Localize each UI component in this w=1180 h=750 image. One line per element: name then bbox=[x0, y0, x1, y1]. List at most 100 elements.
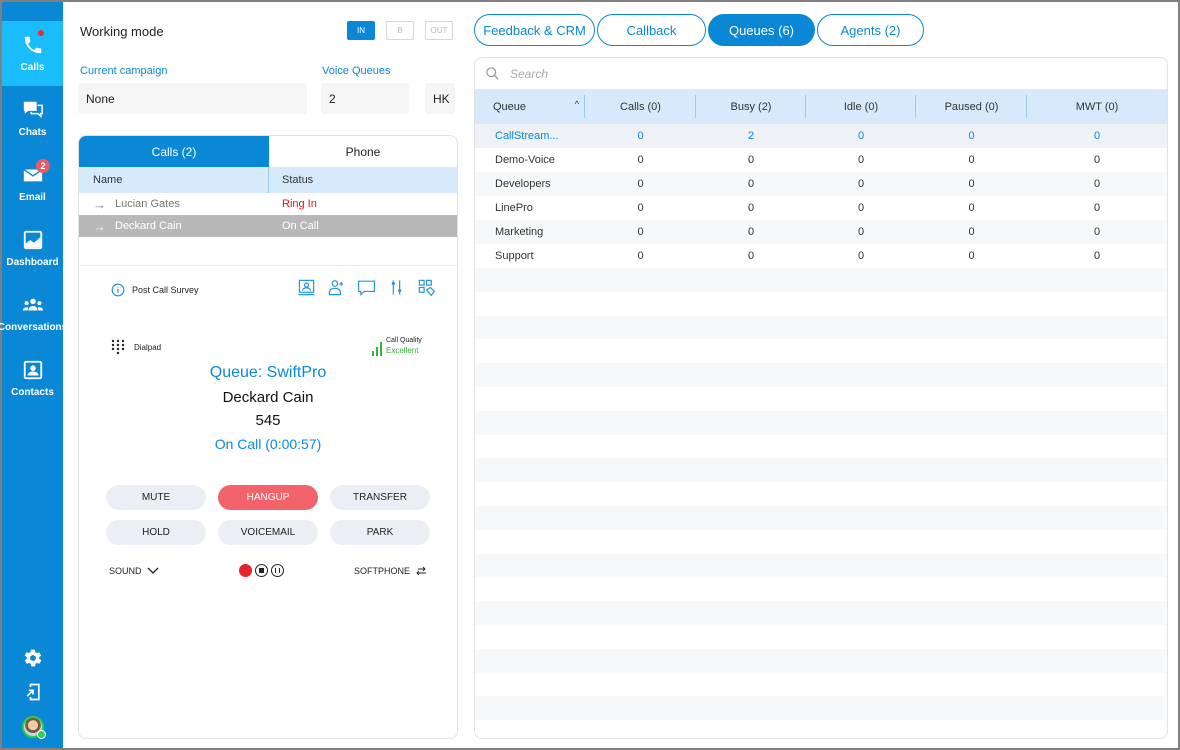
sidebar-item-label: Calls bbox=[20, 62, 45, 73]
sidebar-item-email[interactable]: 2 Email bbox=[2, 151, 63, 216]
empty-cell bbox=[916, 601, 1027, 625]
hangup-button[interactable]: HANGUP bbox=[218, 485, 318, 510]
gear-icon[interactable] bbox=[23, 648, 43, 668]
column-mwt[interactable]: MWT (0) bbox=[1027, 89, 1167, 124]
empty-cell bbox=[475, 363, 585, 387]
empty-cell bbox=[475, 649, 585, 673]
empty-cell bbox=[1027, 720, 1167, 738]
tab-feedback-crm[interactable]: Feedback & CRM bbox=[474, 14, 595, 46]
sidebar-item-dashboard[interactable]: Dashboard bbox=[2, 216, 63, 281]
busy-cell: 0 bbox=[747, 154, 755, 166]
column-calls[interactable]: Calls (0) bbox=[585, 89, 696, 124]
empty-cell bbox=[806, 268, 916, 292]
idle-cell: 0 bbox=[857, 130, 865, 142]
empty-cell bbox=[1027, 435, 1167, 459]
add-user-icon[interactable] bbox=[327, 278, 346, 297]
tab-queues[interactable]: Queues (6) bbox=[708, 14, 815, 46]
dialpad-button[interactable]: Dialpad bbox=[111, 339, 161, 355]
transfer-button[interactable]: TRANSFER bbox=[330, 485, 430, 510]
tab-callback[interactable]: Callback bbox=[597, 14, 706, 46]
softphone-toggle[interactable]: SOFTPHONE bbox=[354, 566, 427, 576]
sidebar-item-label: Chats bbox=[18, 127, 47, 138]
busy-cell: 2 bbox=[747, 130, 755, 142]
video-contact-icon[interactable] bbox=[297, 278, 316, 297]
post-call-survey[interactable]: Post Call Survey bbox=[111, 283, 199, 297]
empty-cell bbox=[585, 649, 696, 673]
empty-cell bbox=[806, 506, 916, 530]
table-row[interactable]: Marketing 0 0 0 0 0 bbox=[475, 220, 1167, 244]
mute-button[interactable]: MUTE bbox=[106, 485, 206, 510]
call-tools bbox=[297, 278, 436, 297]
sound-dropdown[interactable]: SOUND bbox=[109, 566, 159, 576]
sidebar-top-strip bbox=[2, 2, 63, 22]
mwt-cell: 0 bbox=[1093, 202, 1101, 214]
sort-asc-icon[interactable]: ^ bbox=[575, 99, 579, 109]
table-row[interactable]: Developers 0 0 0 0 0 bbox=[475, 172, 1167, 196]
empty-cell bbox=[806, 720, 916, 738]
sidebar-item-contacts[interactable]: Contacts bbox=[2, 346, 63, 411]
column-idle[interactable]: Idle (0) bbox=[806, 89, 916, 124]
voice-queues-hk[interactable]: HK bbox=[425, 83, 455, 114]
campaign-select[interactable]: None bbox=[78, 83, 307, 114]
mode-out-button[interactable]: OUT bbox=[425, 21, 453, 40]
queue-name-cell: Support bbox=[495, 250, 534, 262]
sidebar-item-chats[interactable]: Chats bbox=[2, 86, 63, 151]
working-mode-label: Working mode bbox=[80, 24, 164, 39]
voicemail-button[interactable]: VOICEMAIL bbox=[218, 520, 318, 545]
call-row[interactable]: → Deckard Cain On Call bbox=[79, 215, 457, 237]
empty-cell bbox=[475, 506, 585, 530]
empty-cell bbox=[475, 268, 585, 292]
chevron-down-icon bbox=[147, 567, 158, 574]
contacts-icon bbox=[23, 360, 42, 380]
column-paused[interactable]: Paused (0) bbox=[916, 89, 1027, 124]
empty-cell bbox=[696, 339, 806, 363]
empty-cell bbox=[475, 530, 585, 554]
tab-calls[interactable]: Calls (2) bbox=[79, 136, 269, 167]
empty-table-row bbox=[475, 720, 1167, 738]
park-button[interactable]: PARK bbox=[330, 520, 430, 545]
grid-touch-icon[interactable] bbox=[417, 278, 436, 297]
logout-icon[interactable] bbox=[23, 682, 43, 702]
column-busy[interactable]: Busy (2) bbox=[696, 89, 806, 124]
pause-icon[interactable] bbox=[271, 564, 284, 577]
empty-cell bbox=[1027, 387, 1167, 411]
sidebar-item-conversations[interactable]: Conversations bbox=[0, 281, 67, 346]
tab-agents[interactable]: Agents (2) bbox=[817, 14, 924, 46]
avatar[interactable] bbox=[21, 716, 46, 739]
column-status[interactable]: Status bbox=[269, 167, 457, 193]
idle-cell: 0 bbox=[857, 202, 865, 214]
sliders-icon[interactable] bbox=[387, 278, 406, 297]
stop-icon[interactable] bbox=[255, 564, 268, 577]
empty-cell bbox=[696, 696, 806, 720]
call-row[interactable]: → Lucian Gates Ring In bbox=[79, 193, 457, 215]
empty-cell bbox=[806, 649, 916, 673]
column-queue[interactable]: Queue ^ bbox=[475, 89, 585, 124]
empty-cell bbox=[585, 363, 696, 387]
mode-in-button[interactable]: IN bbox=[347, 21, 375, 40]
busy-cell: 0 bbox=[747, 178, 755, 190]
empty-cell bbox=[806, 577, 916, 601]
hold-button[interactable]: HOLD bbox=[106, 520, 206, 545]
table-row[interactable]: CallStream... 0 2 0 0 0 bbox=[475, 124, 1167, 148]
swap-icon bbox=[416, 566, 427, 576]
mode-break-button[interactable]: B bbox=[386, 21, 414, 40]
empty-cell bbox=[696, 554, 806, 578]
empty-cell bbox=[585, 339, 696, 363]
table-row[interactable]: Support 0 0 0 0 0 bbox=[475, 244, 1167, 268]
table-row[interactable]: LinePro 0 0 0 0 0 bbox=[475, 196, 1167, 220]
column-mwt-label: MWT (0) bbox=[1075, 100, 1119, 113]
search-input[interactable] bbox=[510, 66, 810, 81]
empty-table-row bbox=[475, 434, 1167, 459]
dashboard-icon bbox=[23, 230, 42, 250]
queues-table-header: Queue ^ Calls (0) Busy (2) Idle (0) Pause… bbox=[475, 89, 1167, 124]
column-name[interactable]: Name bbox=[79, 167, 269, 193]
tab-phone[interactable]: Phone bbox=[269, 136, 457, 167]
empty-cell bbox=[585, 292, 696, 316]
record-icon[interactable] bbox=[239, 564, 252, 577]
chat-bubble-icon[interactable] bbox=[357, 278, 376, 297]
app-window: Calls Chats 2 Email Dashboard Conversati… bbox=[0, 2, 1178, 748]
table-row[interactable]: Demo-Voice 0 0 0 0 0 bbox=[475, 148, 1167, 172]
sidebar-item-label: Conversations bbox=[0, 322, 68, 333]
sidebar-item-calls[interactable]: Calls bbox=[2, 21, 63, 86]
empty-cell bbox=[1027, 530, 1167, 554]
